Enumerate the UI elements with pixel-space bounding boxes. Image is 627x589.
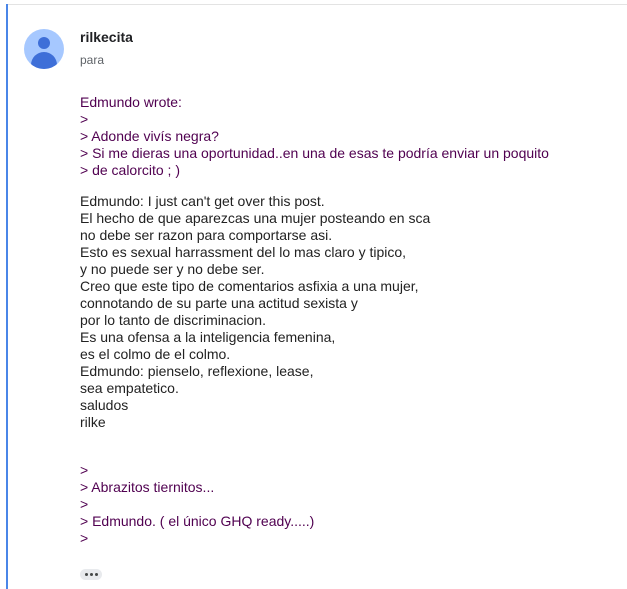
body-line: sea empatetico. — [80, 380, 179, 396]
quoted-text-bottom: > > Abrazitos tiernitos... > > Edmundo. … — [80, 462, 600, 547]
quote-line: > — [80, 496, 89, 512]
quote-line: > de calorcito ; ) — [80, 162, 180, 178]
body-line: Edmundo: pienselo, reflexione, lease, — [80, 363, 314, 379]
quoted-text-top: Edmundo wrote: > > Adonde vivís negra? >… — [80, 94, 600, 179]
header-divider — [6, 4, 627, 5]
sender-name[interactable]: rilkecita — [80, 29, 133, 45]
quote-line: > Abrazitos tiernitos... — [80, 479, 215, 495]
body-line: es el colmo de el colmo. — [80, 346, 231, 362]
body-line: y no puede ser y no debe ser. — [80, 261, 265, 277]
quote-line: > — [80, 530, 89, 546]
body-line: El hecho de que aparezcas una mujer post… — [80, 210, 431, 226]
body-line: Esto es sexual harrassment del lo mas cl… — [80, 244, 407, 260]
quote-line: Edmundo wrote: — [80, 94, 182, 110]
body-line: Es una ofensa a la inteligencia femenina… — [80, 329, 336, 345]
avatar[interactable] — [24, 29, 64, 69]
body-line: rilke — [80, 414, 106, 430]
show-trimmed-content-button[interactable] — [80, 569, 102, 580]
body-line: por lo tanto de discriminacion. — [80, 312, 266, 328]
quote-line: > Si me dieras una oportunidad..en una d… — [80, 145, 549, 161]
person-avatar-icon — [38, 37, 50, 49]
thread-accent-bar — [6, 4, 8, 589]
body-line: connotando de su parte una actitud sexis… — [80, 295, 358, 311]
quote-line: > Adonde vivís negra? — [80, 128, 219, 144]
body-line: no debe ser razon para comportarse asi. — [80, 227, 333, 243]
body-line: Creo que este tipo de comentarios asfixi… — [80, 278, 419, 294]
body-line: Edmundo: I just can't get over this post… — [80, 193, 325, 209]
more-horizontal-icon — [84, 573, 88, 576]
reply-body: Edmundo: I just can't get over this post… — [80, 193, 600, 431]
body-line: saludos — [80, 397, 129, 413]
quote-line: > Edmundo. ( el único GHQ ready.....) — [80, 513, 315, 529]
quote-line: > — [80, 462, 89, 478]
quote-line: > — [80, 111, 89, 127]
recipient-label[interactable]: para — [80, 53, 104, 67]
